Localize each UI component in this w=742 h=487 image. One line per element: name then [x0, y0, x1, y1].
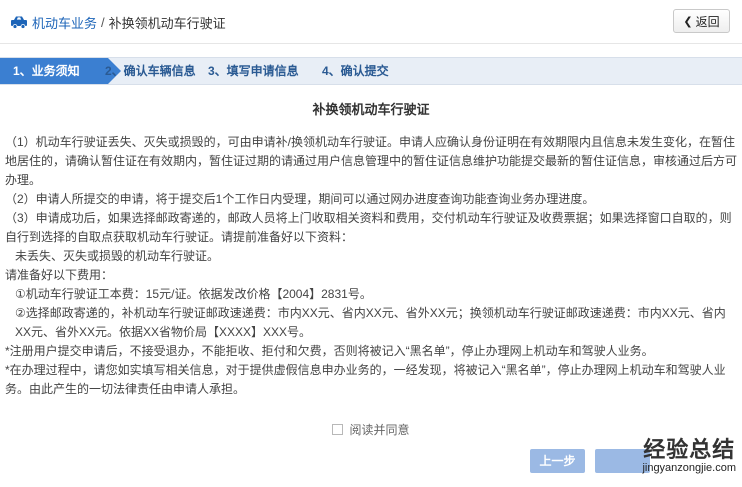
notice-paragraph: ①机动车行驶证工本费：15元/证。依据发改价格【2004】2831号。 — [15, 287, 372, 301]
agree-row: 阅读并同意 — [0, 421, 742, 438]
watermark-title: 经验总结 — [643, 438, 736, 463]
notice-paragraph: *注册用户提交申请后，不接受退办，不能拒收、拒付和欠费，否则将被记入“黑名单”，… — [5, 344, 654, 358]
step-3: 3、填写申请信息 — [208, 64, 299, 78]
step-1: 1、业务须知 — [0, 58, 121, 84]
notice-paragraph: （2）申请人所提交的申请，将于提交后1个工作日内受理，期间可以通过网办进度查询功… — [5, 192, 595, 206]
breadcrumb-link-vehicle-business[interactable]: 机动车业务 — [32, 13, 97, 32]
notice-paragraph: ②选择邮政寄递的，补机动车行驶证邮政速递费：市内XX元、省内XX元、省外XX元；… — [15, 306, 726, 339]
chevron-left-icon: ❮ — [683, 15, 693, 28]
agree-checkbox[interactable] — [332, 424, 344, 435]
agree-label[interactable]: 阅读并同意 — [349, 421, 409, 438]
notice-paragraph: 未丢失、灭失或损毁的机动车行驶证。 — [15, 249, 220, 263]
breadcrumb-separator: / — [101, 14, 105, 30]
notice-content: （1）机动车行驶证丢失、灭失或损毁的，可由申请补/换领机动车行驶证。申请人应确认… — [5, 133, 739, 399]
top-bar: 机动车业务 / 补换领机动车行驶证 ❮ 返回 — [0, 0, 742, 44]
watermark: 经验总结 jingyanzongjie.com — [642, 432, 736, 474]
step-4: 4、确认提交 — [322, 64, 389, 78]
notice-paragraph: （3）申请成功后，如果选择邮政寄递的，邮政人员将上门收取相关资料和费用，交付机动… — [5, 211, 732, 244]
back-button[interactable]: ❮ 返回 — [673, 9, 730, 33]
notice-paragraph: （1）机动车行驶证丢失、灭失或损毁的，可由申请补/换领机动车行驶证。申请人应确认… — [5, 135, 738, 187]
notice-paragraph: *在办理过程中，请您如实填写相关信息，对于提供虚假信息申办业务的，一经发现，将被… — [5, 363, 726, 396]
watermark-url: jingyanzongjie.com — [642, 462, 736, 474]
breadcrumb-current: 补换领机动车行驶证 — [108, 15, 226, 31]
page-title: 补换领机动车行驶证 — [312, 102, 430, 117]
back-button-label: 返回 — [695, 14, 720, 29]
car-icon — [11, 16, 27, 29]
breadcrumb: 机动车业务 / 补换领机动车行驶证 — [10, 13, 226, 31]
previous-step-button[interactable]: 上一步 — [530, 449, 585, 473]
step-2: 2、确认车辆信息 — [105, 64, 196, 78]
step-progress-bar: 1、业务须知 2、确认车辆信息 3、填写申请信息 4、确认提交 — [0, 57, 742, 85]
notice-paragraph: 请准备好以下费用： — [5, 268, 114, 282]
